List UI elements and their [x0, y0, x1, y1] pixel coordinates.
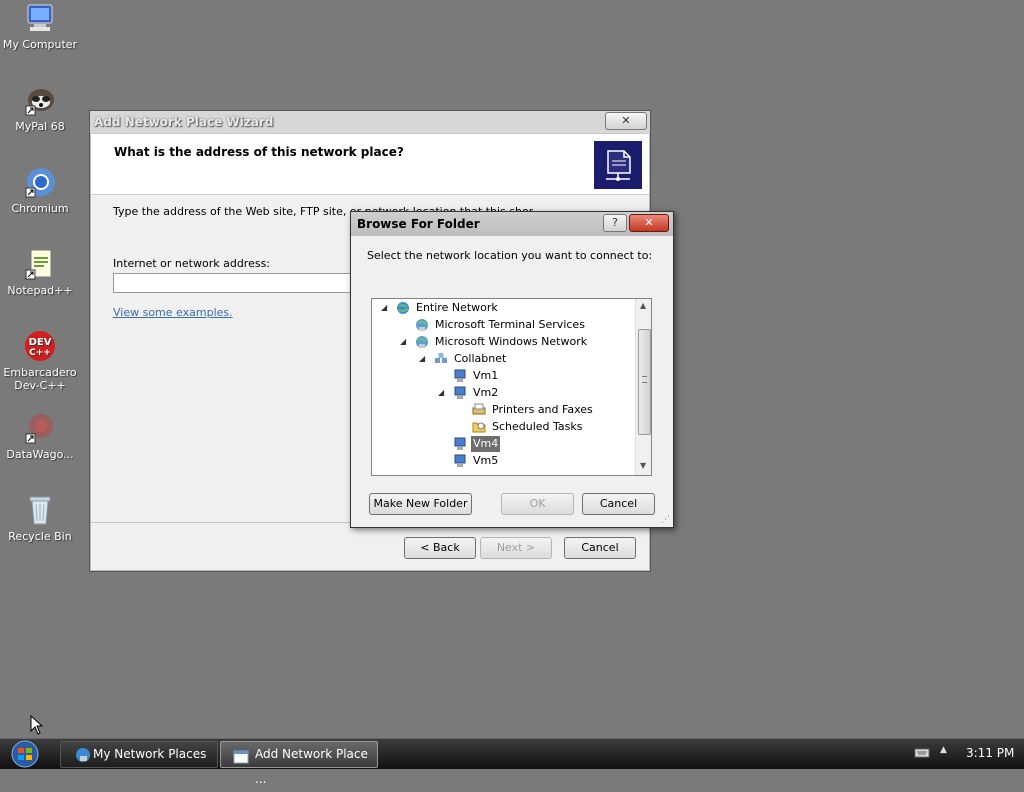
ok-button[interactable]: OK — [501, 493, 574, 515]
computer-icon — [24, 2, 56, 34]
start-button[interactable] — [6, 740, 44, 768]
browse-instruction: Select the network location you want to … — [367, 249, 653, 262]
close-icon: ✕ — [621, 114, 631, 127]
datawagon-icon — [24, 412, 56, 444]
expanded-arrow-icon[interactable]: ◢ — [400, 334, 406, 350]
scroll-thumb[interactable] — [638, 329, 651, 435]
grip-icon — [642, 376, 647, 383]
globe-icon — [396, 301, 410, 315]
browse-close-button[interactable]: ✕ — [629, 214, 669, 232]
keyboard-icon[interactable] — [914, 747, 930, 759]
close-icon: ✕ — [644, 216, 654, 229]
tree-item-label: Collabnet — [454, 352, 507, 365]
make-new-folder-button[interactable]: Make New Folder — [369, 493, 472, 515]
task-add-network-place[interactable]: Add Network Place ... — [220, 741, 378, 786]
resize-grip-icon[interactable]: ⋰ — [661, 515, 670, 525]
printer-icon — [472, 403, 486, 417]
network-places-icon — [75, 747, 91, 763]
scroll-up-icon[interactable]: ▲ — [640, 301, 646, 310]
desktop-icon-chromium[interactable]: Chromium — [0, 166, 80, 215]
next-button[interactable]: Next > — [480, 537, 552, 559]
clock[interactable]: 3:11 PM — [966, 746, 1014, 760]
browse-titlebar[interactable]: Browse For Folder ? ✕ — [351, 212, 673, 236]
wizard-header: What is the address of this network plac… — [91, 134, 649, 195]
desktop-icon-label: Notepad++ — [7, 284, 73, 297]
desktop-icon-recycle-bin[interactable]: Recycle Bin — [0, 494, 80, 543]
close-button[interactable]: ✕ — [605, 112, 647, 130]
tree-item-label: Vm2 — [473, 386, 499, 399]
desktop-icon-my-computer[interactable]: My Computer — [0, 2, 80, 51]
desktop-icon-mypal[interactable]: MyPal 68 — [0, 84, 80, 133]
workgroup-icon — [434, 352, 448, 366]
back-button[interactable]: < Back — [404, 537, 476, 559]
computer-icon — [453, 369, 467, 383]
network-globe-icon — [415, 318, 429, 332]
window-icon — [233, 748, 249, 764]
tree-item-label: Microsoft Windows Network — [435, 335, 588, 348]
tree-item-label: Scheduled Tasks — [492, 420, 583, 433]
show-hidden-icons-icon[interactable]: ▲ — [940, 745, 947, 755]
network-tree[interactable]: ◢ Entire Network Microsoft Terminal Serv… — [371, 298, 652, 476]
tree-scrollbar[interactable]: ▲ ▼ — [635, 299, 651, 475]
tree-item-label: Entire Network — [416, 301, 498, 314]
desktop-icon-datawagon[interactable]: DataWago... — [0, 412, 80, 461]
taskbar: My Network Places Add Network Place ... … — [0, 738, 1024, 786]
computer-icon — [453, 454, 467, 468]
scroll-down-icon[interactable]: ▼ — [640, 461, 646, 470]
expanded-arrow-icon[interactable]: ◢ — [381, 300, 387, 316]
windows-orb-icon — [11, 740, 39, 768]
desktop-icon-notepadpp[interactable]: Notepad++ — [0, 248, 80, 297]
desktop-icon-label: Chromium — [11, 202, 69, 215]
browse-title: Browse For Folder — [357, 217, 480, 231]
network-place-icon — [594, 141, 642, 189]
view-examples-link[interactable]: View some examples. — [113, 306, 233, 319]
computer-icon — [453, 437, 467, 451]
recycle-bin-icon — [24, 494, 56, 526]
help-button[interactable]: ? — [603, 214, 627, 232]
network-globe-icon — [415, 335, 429, 349]
svg-text:DEV: DEV — [29, 337, 52, 348]
browse-folder-dialog: Browse For Folder ? ✕ Select the network… — [350, 211, 674, 528]
tree-item-label: Vm1 — [473, 369, 499, 382]
address-label: Internet or network address: — [113, 257, 271, 270]
desktop-icon-label: DataWago... — [6, 448, 74, 461]
wizard-titlebar[interactable]: Add Network Place Wizard ✕ — [90, 111, 650, 134]
desktop-icon-devcpp[interactable]: DEV C++ Embarcadero Dev-C++ — [0, 330, 80, 392]
task-label: Add Network Place ... — [255, 747, 368, 786]
raccoon-icon — [24, 84, 56, 116]
tree-item-label: Printers and Faxes — [492, 403, 593, 416]
address-input[interactable] — [113, 273, 355, 293]
tree-item-label: Microsoft Terminal Services — [435, 318, 585, 331]
svg-text:C++: C++ — [29, 348, 51, 358]
desktop-icon-label: My Computer — [2, 38, 78, 51]
folder-icon — [472, 420, 486, 434]
task-label: My Network Places — [93, 747, 207, 761]
task-my-network-places[interactable]: My Network Places — [60, 741, 218, 768]
desktop-icon-label: MyPal 68 — [15, 120, 65, 133]
desktop-icon-label: Embarcadero Dev-C++ — [3, 366, 77, 392]
devcpp-icon: DEV C++ — [24, 330, 56, 362]
mouse-cursor-icon — [30, 714, 44, 738]
chromium-icon — [24, 166, 56, 198]
wizard-heading: What is the address of this network plac… — [114, 145, 404, 159]
wizard-title: Add Network Place Wizard — [94, 115, 274, 129]
browse-cancel-button[interactable]: Cancel — [582, 493, 655, 515]
expanded-arrow-icon[interactable]: ◢ — [438, 385, 444, 401]
help-icon: ? — [612, 216, 618, 229]
cancel-button[interactable]: Cancel — [564, 537, 636, 559]
desktop-icon-label: Recycle Bin — [8, 530, 72, 543]
tree-item-label: Vm4 — [471, 436, 501, 452]
expanded-arrow-icon[interactable]: ◢ — [419, 351, 425, 367]
tree-item-label: Vm5 — [473, 454, 499, 467]
notepad-icon — [24, 248, 56, 280]
computer-icon — [453, 386, 467, 400]
